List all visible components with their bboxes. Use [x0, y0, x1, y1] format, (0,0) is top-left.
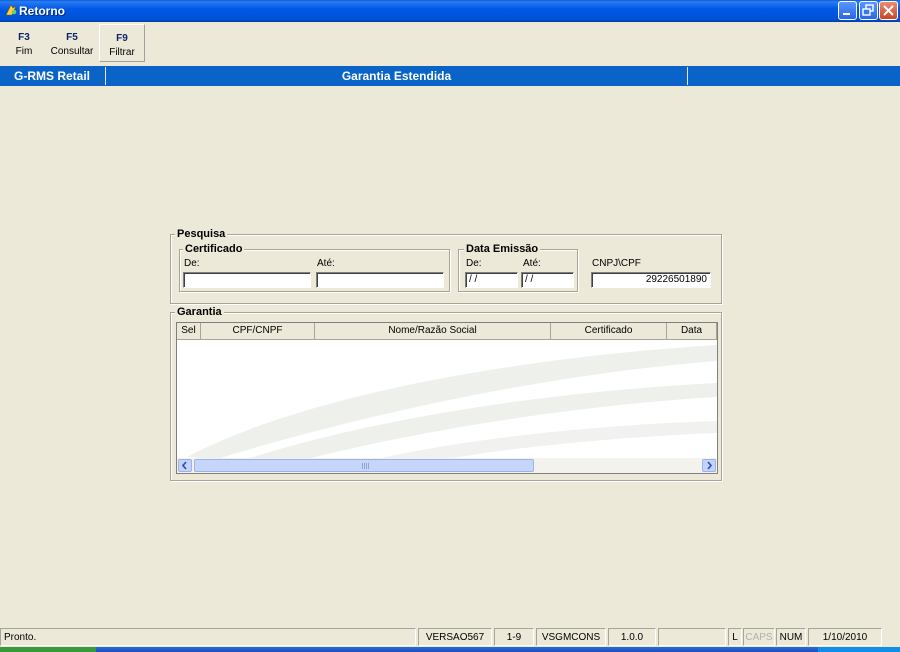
page-title: Garantia Estendida	[341, 69, 452, 83]
data-emissao-ate-label: Até:	[523, 258, 541, 269]
toolbar-button-filtrar[interactable]: F9 Filtrar	[99, 24, 145, 62]
toolbar-key: F3	[18, 32, 30, 43]
chevron-right-icon	[707, 461, 713, 470]
scroll-right-button[interactable]	[702, 459, 716, 472]
chevron-left-icon	[181, 461, 187, 470]
close-button[interactable]	[879, 1, 898, 20]
minimize-button[interactable]	[838, 1, 857, 20]
toolbar-key: F5	[66, 32, 78, 43]
status-version-name: VERSAO567	[418, 628, 492, 646]
window-title: Retorno	[19, 4, 65, 18]
status-caps-indicator: CAPS	[743, 628, 775, 646]
horizontal-scrollbar[interactable]	[177, 458, 717, 473]
cnpj-cpf-input[interactable]: 29226501890	[591, 272, 711, 288]
column-header-data[interactable]: Data	[667, 323, 717, 339]
close-icon	[883, 5, 894, 16]
certificado-de-label: De:	[184, 258, 200, 269]
certificado-ate-label: Até:	[317, 258, 335, 269]
status-num-indicator: NUM	[776, 628, 806, 646]
start-button-strip[interactable]	[0, 647, 96, 652]
scroll-left-button[interactable]	[178, 459, 192, 472]
data-emissao-group-title: Data Emissão	[464, 243, 541, 255]
status-user: VSGMCONS	[536, 628, 606, 646]
status-message: Pronto.	[0, 628, 416, 646]
certificado-de-input[interactable]	[183, 272, 311, 288]
brand-label: G-RMS Retail	[13, 69, 90, 83]
certificado-ate-input[interactable]	[316, 272, 444, 288]
column-header-sel[interactable]: Sel	[177, 323, 201, 339]
header-divider	[687, 67, 688, 85]
garantia-grid[interactable]: Sel CPF/CNPF Nome/Razão Social Certifica…	[176, 322, 718, 474]
column-header-nome[interactable]: Nome/Razão Social	[315, 323, 551, 339]
data-emissao-de-input[interactable]: / /	[465, 272, 518, 288]
app-icon	[5, 4, 17, 16]
scroll-grip-icon	[362, 463, 370, 469]
toolbar-label: Fim	[15, 46, 33, 57]
data-emissao-ate-input[interactable]: / /	[521, 272, 574, 288]
search-group-title: Pesquisa	[175, 228, 228, 240]
status-version: 1.0.0	[608, 628, 656, 646]
scrollbar-thumb[interactable]	[194, 459, 534, 472]
status-l-indicator: L	[728, 628, 742, 646]
column-header-certificado[interactable]: Certificado	[551, 323, 667, 339]
data-emissao-de-label: De:	[466, 258, 482, 269]
restore-icon	[862, 4, 874, 16]
certificado-group-title: Certificado	[183, 243, 245, 255]
taskbar-strip	[0, 647, 900, 652]
toolbar-button-fim[interactable]: F3 Fim	[4, 24, 44, 62]
grid-header: Sel CPF/CNPF Nome/Razão Social Certifica…	[177, 323, 717, 340]
toolbar-key: F9	[116, 33, 128, 44]
toolbar-button-consultar[interactable]: F5 Consultar	[48, 24, 96, 62]
status-range: 1-9	[494, 628, 534, 646]
garantia-group-title: Garantia	[175, 306, 224, 318]
toolbar-label: Filtrar	[109, 47, 135, 58]
status-date: 1/10/2010	[808, 628, 882, 646]
title-bar[interactable]	[0, 0, 900, 22]
column-header-cpf-cnpf[interactable]: CPF/CNPF	[201, 323, 315, 339]
status-empty-pane	[658, 628, 726, 646]
restore-button[interactable]	[859, 1, 878, 20]
toolbar-label: Consultar	[50, 46, 94, 57]
watermark-swoosh	[187, 345, 717, 459]
minimize-icon	[843, 13, 850, 15]
cnpj-cpf-label: CNPJ\CPF	[592, 258, 641, 269]
tray-strip	[818, 647, 900, 652]
